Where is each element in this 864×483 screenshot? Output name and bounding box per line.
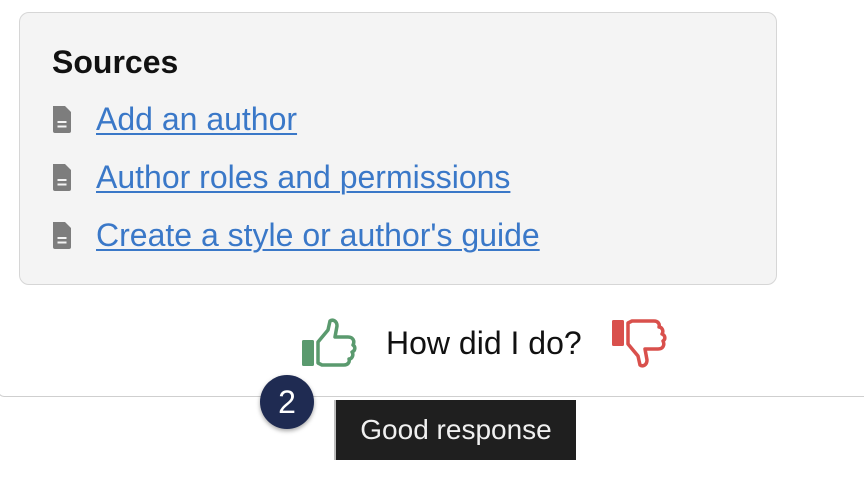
source-item[interactable]: Create a style or author's guide [50,215,540,255]
document-icon [53,222,71,249]
feedback-bar: How did I do? [300,318,668,368]
feedback-prompt: How did I do? [386,324,582,361]
tooltip: Good response [334,400,576,460]
source-item[interactable]: Add an author [50,99,297,139]
source-link[interactable]: Author roles and permissions [96,157,510,197]
source-link[interactable]: Add an author [96,99,297,139]
source-link[interactable]: Create a style or author's guide [96,215,540,255]
document-icon [53,106,71,133]
source-item[interactable]: Author roles and permissions [50,157,510,197]
sources-title: Sources [52,44,179,80]
sources-card: Sources Add an author Author roles and p… [19,12,777,285]
thumbs-down-icon[interactable] [610,318,668,368]
document-icon [53,164,71,191]
thumbs-up-icon[interactable] [300,318,358,368]
step-number-badge: 2 [260,375,314,429]
